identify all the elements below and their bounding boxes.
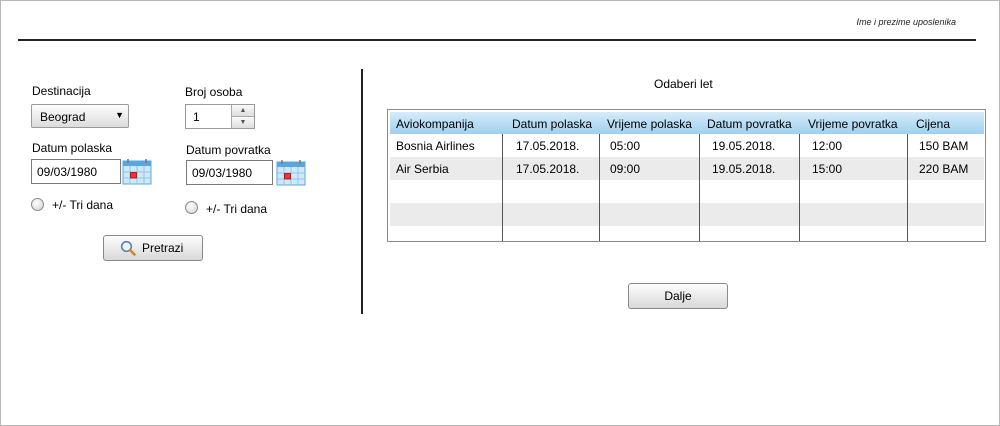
user-name: Ime i prezime uposlenika: [856, 17, 956, 27]
panel-divider: [361, 69, 363, 314]
column-header[interactable]: Datum povratka: [707, 117, 792, 131]
table-cell: 19.05.2018.: [712, 162, 776, 176]
persons-label: Broj osoba: [185, 85, 243, 99]
column-divider: [502, 134, 503, 241]
table-cell: 17.05.2018.: [516, 162, 580, 176]
table-cell: Bosnia Airlines: [396, 139, 475, 153]
return-date-field[interactable]: 09/03/1980: [186, 160, 273, 185]
column-divider: [907, 134, 908, 241]
column-header[interactable]: Cijena: [916, 117, 950, 131]
table-cell: 17.05.2018.: [516, 139, 580, 153]
next-button[interactable]: Dalje: [628, 283, 728, 309]
departure-date-field[interactable]: 09/03/1980: [31, 159, 121, 184]
destination-label: Destinacija: [32, 84, 91, 98]
departure-date-value: 09/03/1980: [37, 165, 98, 179]
destination-value: Beograd: [40, 110, 86, 124]
return-label: Datum povratka: [186, 143, 271, 157]
column-divider: [599, 134, 600, 241]
departure-label: Datum polaska: [32, 141, 113, 155]
search-button[interactable]: Pretrazi: [103, 235, 203, 261]
persons-value: 1: [193, 110, 200, 124]
calendar-icon[interactable]: [122, 158, 152, 185]
table-row-empty: [390, 203, 984, 226]
search-button-label: Pretrazi: [142, 241, 184, 255]
table-row[interactable]: Air Serbia 17.05.2018. 09:00 19.05.2018.…: [390, 157, 984, 180]
table-cell: 15:00: [812, 162, 843, 176]
column-header[interactable]: Vrijeme povratka: [808, 117, 898, 131]
table-cell: 12:00: [812, 139, 843, 153]
calendar-icon[interactable]: [276, 159, 306, 186]
persons-stepper[interactable]: 1 ▲ ▼: [185, 104, 255, 129]
stepper-buttons: ▲ ▼: [231, 105, 254, 128]
column-header[interactable]: Vrijeme polaska: [607, 117, 692, 131]
column-divider: [699, 134, 700, 241]
return-date-value: 09/03/1980: [192, 166, 253, 180]
flex-return-radio[interactable]: [185, 201, 198, 214]
stepper-down-icon[interactable]: ▼: [232, 117, 254, 128]
table-cell: 19.05.2018.: [712, 139, 776, 153]
table-cell: 05:00: [610, 139, 641, 153]
results-title: Odaberi let: [654, 77, 713, 91]
next-button-label: Dalje: [664, 289, 692, 303]
table-row[interactable]: Bosnia Airlines 17.05.2018. 05:00 19.05.…: [390, 134, 984, 157]
table-header: Aviokompanija Datum polaska Vrijeme pola…: [390, 112, 984, 135]
flex-departure-radio[interactable]: [31, 198, 44, 211]
column-header[interactable]: Aviokompanija: [396, 117, 474, 131]
table-cell: 150 BAM: [919, 139, 969, 153]
destination-select[interactable]: Beograd ▼: [31, 104, 129, 128]
flex-departure-label: +/- Tri dana: [52, 198, 114, 212]
column-divider: [799, 134, 800, 241]
magnifier-icon: [120, 240, 136, 256]
table-cell: Air Serbia: [396, 162, 449, 176]
chevron-down-icon: ▼: [115, 110, 124, 120]
flex-return-label: +/- Tri dana: [206, 202, 268, 216]
table-row-empty: [390, 180, 984, 203]
flights-table: Aviokompanija Datum polaska Vrijeme pola…: [387, 109, 986, 242]
table-cell: 220 BAM: [919, 162, 969, 176]
header-divider: [18, 39, 976, 41]
table-cell: 09:00: [610, 162, 641, 176]
table-row-empty: [390, 226, 984, 241]
stepper-up-icon[interactable]: ▲: [232, 105, 254, 117]
column-header[interactable]: Datum polaska: [512, 117, 592, 131]
